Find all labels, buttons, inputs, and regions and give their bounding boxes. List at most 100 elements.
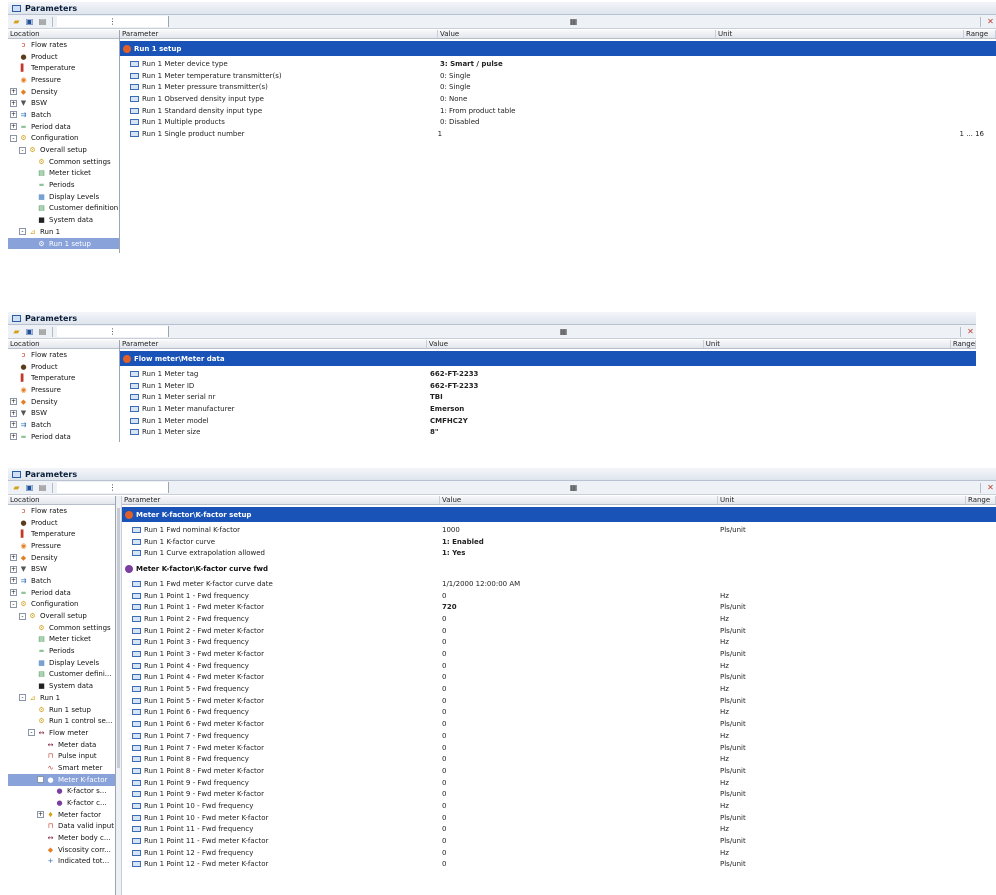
- section-header[interactable]: Meter K-factor\K-factor setup: [122, 507, 996, 522]
- filter-icon[interactable]: ✕: [985, 482, 996, 493]
- tree-item-meter-body-c[interactable]: ↔ Meter body c...: [8, 832, 115, 844]
- parameter-row[interactable]: Run 1 Fwd nominal K-factor 1000 Pls/unit: [122, 524, 996, 536]
- parameter-value[interactable]: 1/1/2000 12:00:00 AM: [440, 580, 718, 588]
- tree-item-periods[interactable]: ═ Periods: [8, 645, 115, 657]
- open-folder-icon[interactable]: ▰: [11, 16, 22, 27]
- parameter-value[interactable]: 0: [440, 650, 718, 658]
- parameter-value[interactable]: 0: [440, 790, 718, 798]
- tree-item-run-1[interactable]: - ⊿ Run 1: [8, 226, 119, 238]
- tree-item-density[interactable]: + ◆ Density: [8, 86, 119, 98]
- grid-view-icon[interactable]: ▦: [171, 482, 976, 493]
- tree-item-flow-meter[interactable]: - ↔ Flow meter: [8, 727, 115, 739]
- parameter-row[interactable]: Run 1 Point 5 - Fwd meter K-factor 0 Pls/u…: [122, 695, 996, 707]
- parameter-value[interactable]: 0: None: [438, 95, 716, 103]
- tree-item-customer-definition[interactable]: ▤ Customer definition: [8, 203, 119, 215]
- parameter-value[interactable]: 1: Enabled: [440, 538, 718, 546]
- parameter-row[interactable]: Run 1 Meter pressure transmitter(s) 0: Si…: [120, 81, 996, 93]
- parameter-row[interactable]: Run 1 Meter serial nr TBI: [120, 391, 976, 403]
- parameter-value[interactable]: 0: [440, 662, 718, 670]
- expand-icon[interactable]: +: [10, 589, 17, 597]
- parameter-row[interactable]: Run 1 Point 3 - Fwd meter K-factor 0 Pls/u…: [122, 648, 996, 660]
- expand-icon[interactable]: +: [10, 88, 17, 96]
- collapse-icon[interactable]: -: [19, 146, 26, 154]
- tree-item-density[interactable]: + ◆ Density: [8, 552, 115, 564]
- section-header[interactable]: Run 1 setup: [120, 41, 996, 56]
- expand-icon[interactable]: +: [37, 811, 44, 819]
- tree-item-run-1[interactable]: - ⊿ Run 1: [8, 692, 115, 704]
- scrollbar-thumb[interactable]: [117, 508, 120, 768]
- print-icon[interactable]: ▤: [37, 16, 48, 27]
- column-header-parameter[interactable]: Parameter: [120, 30, 438, 38]
- parameter-value[interactable]: 0: [440, 592, 718, 600]
- parameter-value[interactable]: 1: [436, 130, 712, 138]
- parameter-value[interactable]: 0: [440, 860, 718, 868]
- collapse-icon[interactable]: -: [28, 729, 35, 737]
- parameter-value[interactable]: 0: [440, 732, 718, 740]
- tree-item-k-factor-c[interactable]: ● K-factor c...: [8, 797, 115, 809]
- tree-item-meter-ticket[interactable]: ▤ Meter ticket: [8, 168, 119, 180]
- parameter-value[interactable]: 0: [440, 755, 718, 763]
- parameter-value[interactable]: Emerson: [428, 405, 706, 413]
- column-header-value[interactable]: Value: [427, 340, 704, 348]
- parameter-value[interactable]: 3: Smart / pulse: [438, 60, 716, 68]
- parameter-value[interactable]: 662-FT-2233: [428, 382, 706, 390]
- parameter-value[interactable]: 0: [440, 837, 718, 845]
- expand-icon[interactable]: +: [10, 565, 17, 573]
- parameter-value[interactable]: 0: [440, 802, 718, 810]
- parameter-value[interactable]: 0: [440, 779, 718, 787]
- parameter-row[interactable]: Run 1 Meter device type 3: Smart / pulse: [120, 58, 996, 70]
- tree-item-viscosity-corr[interactable]: ◆ Viscosity corr...: [8, 844, 115, 856]
- expand-icon[interactable]: +: [10, 99, 17, 107]
- tree-item-pulse-input[interactable]: ⊓ Pulse input: [8, 750, 115, 762]
- tree-view-icon[interactable]: ⋮: [57, 326, 169, 337]
- parameter-row[interactable]: Run 1 Point 4 - Fwd frequency 0 Hz: [122, 660, 996, 672]
- parameter-row[interactable]: Run 1 Meter temperature transmitter(s) 0:…: [120, 70, 996, 82]
- parameter-value[interactable]: 0: Disabled: [438, 118, 716, 126]
- tree-item-meter-ticket[interactable]: ▤ Meter ticket: [8, 634, 115, 646]
- parameter-row[interactable]: Run 1 Point 3 - Fwd frequency 0 Hz: [122, 637, 996, 649]
- tree-item-meter-data[interactable]: ↔ Meter data: [8, 739, 115, 751]
- tree-item-overall-setup[interactable]: - ⚙ Overall setup: [8, 144, 119, 156]
- tree-item-flow-rates[interactable]: ↄ Flow rates: [8, 349, 119, 361]
- tree-item-display-levels[interactable]: ▦ Display Levels: [8, 191, 119, 203]
- parameter-value[interactable]: 0: Single: [438, 72, 716, 80]
- parameter-row[interactable]: Run 1 Multiple products 0: Disabled: [120, 116, 996, 128]
- tree-item-batch[interactable]: + ⇉ Batch: [8, 575, 115, 587]
- parameter-value[interactable]: 0: [440, 615, 718, 623]
- tree-item-bsw[interactable]: + ▼ BSW: [8, 97, 119, 109]
- expand-icon[interactable]: +: [10, 433, 17, 441]
- open-folder-icon[interactable]: ▰: [11, 482, 22, 493]
- parameter-row[interactable]: Run 1 Point 9 - Fwd meter K-factor 0 Pls/u…: [122, 788, 996, 800]
- parameter-row[interactable]: Run 1 Point 1 - Fwd frequency 0 Hz: [122, 590, 996, 602]
- parameter-value[interactable]: 0: [440, 685, 718, 693]
- parameter-row[interactable]: Run 1 Meter model CMFHC2Y: [120, 415, 976, 427]
- parameter-value[interactable]: 0: [440, 814, 718, 822]
- parameter-row[interactable]: Run 1 Point 2 - Fwd meter K-factor 0 Pls/u…: [122, 625, 996, 637]
- tree-item-bsw[interactable]: + ▼ BSW: [8, 407, 119, 419]
- tree-view-icon[interactable]: ⋮: [57, 16, 169, 27]
- tree-item-system-data[interactable]: ■ System data: [8, 214, 119, 226]
- collapse-icon[interactable]: -: [19, 612, 26, 620]
- tree-item-smart-meter[interactable]: ∿ Smart meter: [8, 762, 115, 774]
- column-header-unit[interactable]: Unit: [716, 30, 964, 38]
- parameter-row[interactable]: Run 1 Point 4 - Fwd meter K-factor 0 Pls/u…: [122, 672, 996, 684]
- parameter-value[interactable]: 0: [440, 673, 718, 681]
- tree-item-product[interactable]: ● Product: [8, 361, 119, 373]
- parameter-row[interactable]: Run 1 Point 5 - Fwd frequency 0 Hz: [122, 683, 996, 695]
- parameter-row[interactable]: Run 1 Point 10 - Fwd meter K-factor 0 Pls/…: [122, 812, 996, 824]
- parameter-value[interactable]: 8": [428, 428, 706, 436]
- grid-view-icon[interactable]: ▦: [171, 326, 956, 337]
- parameter-value[interactable]: 1000: [440, 526, 718, 534]
- tree-item-system-data[interactable]: ■ System data: [8, 680, 115, 692]
- parameter-row[interactable]: Run 1 Point 12 - Fwd meter K-factor 0 Pls/…: [122, 859, 996, 871]
- print-icon[interactable]: ▤: [37, 482, 48, 493]
- tree-item-data-valid-input[interactable]: ⊓ Data valid input: [8, 821, 115, 833]
- expand-icon[interactable]: +: [10, 398, 17, 406]
- tree-item-common-settings[interactable]: ⚙ Common settings: [8, 156, 119, 168]
- tree-item-flow-rates[interactable]: ↄ Flow rates: [8, 505, 115, 517]
- open-folder-icon[interactable]: ▰: [11, 326, 22, 337]
- parameter-row[interactable]: Run 1 Fwd meter K-factor curve date 1/1/2…: [122, 578, 996, 590]
- parameter-row[interactable]: Run 1 Meter tag 662-FT-2233: [120, 368, 976, 380]
- parameter-row[interactable]: Run 1 Curve extrapolation allowed 1: Yes: [122, 547, 996, 559]
- tree-item-temperature[interactable]: ▌ Temperature: [8, 62, 119, 74]
